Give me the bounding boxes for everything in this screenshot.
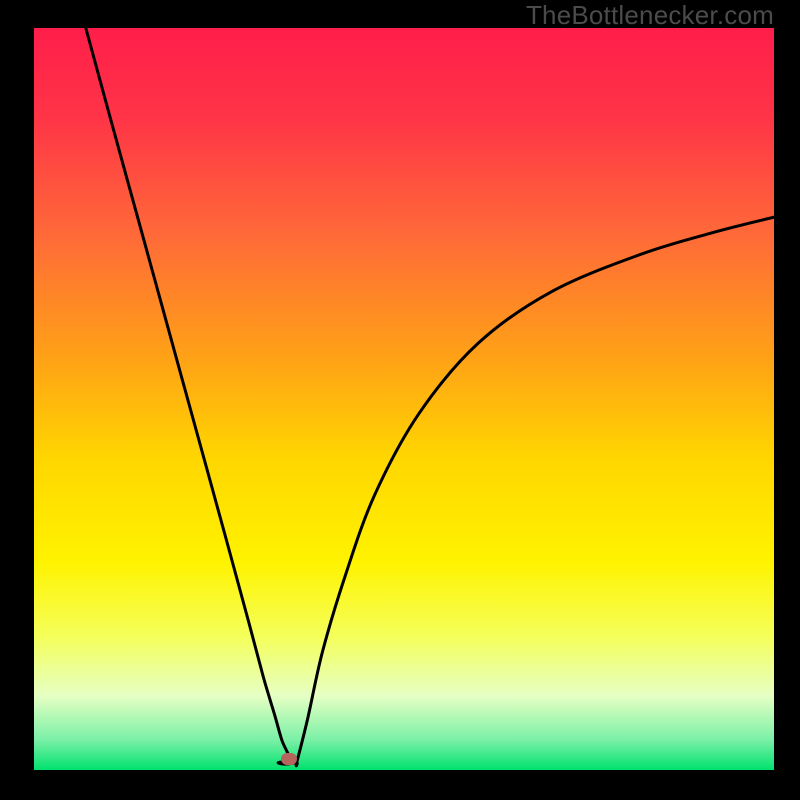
- chart-frame: TheBottlenecker.com: [0, 0, 800, 800]
- watermark-text: TheBottlenecker.com: [526, 0, 774, 31]
- plot-area: [34, 28, 774, 770]
- bottleneck-curve: [34, 28, 774, 770]
- minimum-marker: [281, 753, 297, 765]
- curve-path: [86, 28, 774, 766]
